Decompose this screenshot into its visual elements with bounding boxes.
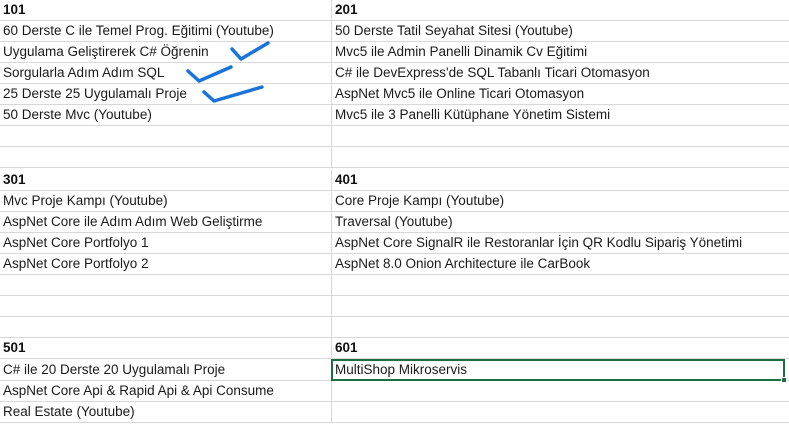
- cell-a4[interactable]: Sorgularla Adım Adım SQL: [0, 63, 332, 83]
- cell-b4[interactable]: C# ile DevExpress'de SQL Tabanlı Ticari …: [332, 63, 789, 83]
- sheet-row: 60 Derste C ile Temel Prog. Eğitimi (You…: [0, 21, 789, 42]
- sheet-row: [0, 275, 789, 296]
- cell-a6[interactable]: 50 Derste Mvc (Youtube): [0, 105, 332, 125]
- sheet-row: Sorgularla Adım Adım SQL C# ile DevExpre…: [0, 63, 789, 84]
- cell-b12[interactable]: AspNet Core SignalR ile Restoranlar İçin…: [332, 233, 789, 253]
- cell-a3[interactable]: Uygulama Geliştirerek C# Öğrenin: [0, 42, 332, 62]
- cell-a16[interactable]: [0, 317, 332, 337]
- cell-a9-group-header[interactable]: 301: [0, 170, 332, 190]
- cell-b7[interactable]: [332, 126, 789, 146]
- cell-a12[interactable]: AspNet Core Portfolyo 1: [0, 233, 332, 253]
- cell-b3[interactable]: Mvc5 ile Admin Panelli Dinamik Cv Eğitim…: [332, 42, 789, 62]
- cell-b16[interactable]: [332, 317, 789, 337]
- spreadsheet-grid: 101 201 60 Derste C ile Temel Prog. Eğit…: [0, 0, 789, 432]
- cell-b8[interactable]: [332, 147, 789, 167]
- cell-a13[interactable]: AspNet Core Portfolyo 2: [0, 254, 332, 274]
- cell-b15[interactable]: [332, 296, 789, 316]
- sheet-row: Real Estate (Youtube): [0, 402, 789, 423]
- sheet-row: [0, 296, 789, 317]
- cell-a11[interactable]: AspNet Core ile Adım Adım Web Geliştirme: [0, 212, 332, 232]
- cell-b5[interactable]: AspNet Mvc5 ile Online Ticari Otomasyon: [332, 84, 789, 104]
- cell-b13[interactable]: AspNet 8.0 Onion Architecture ile CarBoo…: [332, 254, 789, 274]
- sheet-row: [0, 126, 789, 147]
- sheet-row: Mvc Proje Kampı (Youtube) Core Proje Kam…: [0, 191, 789, 212]
- cell-a5[interactable]: 25 Derste 25 Uygulamalı Proje: [0, 84, 332, 104]
- cell-a14[interactable]: [0, 275, 332, 295]
- cell-b9-group-header[interactable]: 401: [332, 170, 789, 190]
- sheet-row: 50 Derste Mvc (Youtube) Mvc5 ile 3 Panel…: [0, 105, 789, 126]
- cell-b1-group-header[interactable]: 201: [332, 0, 789, 20]
- cell-b20[interactable]: [332, 402, 789, 422]
- fill-handle[interactable]: [781, 377, 787, 383]
- cell-a17-group-header[interactable]: 501: [0, 338, 332, 358]
- cell-b6[interactable]: Mvc5 ile 3 Panelli Kütüphane Yönetim Sis…: [332, 105, 789, 125]
- cell-a18[interactable]: C# ile 20 Derste 20 Uygulamalı Proje: [0, 360, 332, 380]
- sheet-row: AspNet Core ile Adım Adım Web Geliştirme…: [0, 212, 789, 233]
- cell-a7[interactable]: [0, 126, 332, 146]
- cell-b17-group-header[interactable]: 601: [332, 338, 789, 358]
- sheet-row: [0, 317, 789, 338]
- sheet-row: [0, 147, 789, 168]
- sheet-row: C# ile 20 Derste 20 Uygulamalı Proje Mul…: [0, 360, 789, 381]
- cell-b18-active[interactable]: MultiShop Mikroservis: [332, 360, 789, 380]
- cell-a1-group-header[interactable]: 101: [0, 0, 332, 20]
- sheet-row: AspNet Core Portfolyo 1 AspNet Core Sign…: [0, 233, 789, 254]
- sheet-row: 101 201: [0, 0, 789, 21]
- sheet-row: AspNet Core Portfolyo 2 AspNet 8.0 Onion…: [0, 254, 789, 275]
- sheet-row: 501 601: [0, 338, 789, 359]
- cell-a10[interactable]: Mvc Proje Kampı (Youtube): [0, 191, 332, 211]
- cell-a2[interactable]: 60 Derste C ile Temel Prog. Eğitimi (You…: [0, 21, 332, 41]
- cell-b19[interactable]: [332, 381, 789, 401]
- sheet-row: 25 Derste 25 Uygulamalı Proje AspNet Mvc…: [0, 84, 789, 105]
- cell-a20[interactable]: Real Estate (Youtube): [0, 402, 332, 422]
- cell-a15[interactable]: [0, 296, 332, 316]
- cell-a8[interactable]: [0, 147, 332, 167]
- cell-b2[interactable]: 50 Derste Tatil Seyahat Sitesi (Youtube): [332, 21, 789, 41]
- cell-a19[interactable]: AspNet Core Api & Rapid Api & Api Consum…: [0, 381, 332, 401]
- cell-b10[interactable]: Core Proje Kampı (Youtube): [332, 191, 789, 211]
- sheet-row: Uygulama Geliştirerek C# Öğrenin Mvc5 il…: [0, 42, 789, 63]
- sheet-row: AspNet Core Api & Rapid Api & Api Consum…: [0, 381, 789, 402]
- cell-b14[interactable]: [332, 275, 789, 295]
- sheet-row: 301 401: [0, 170, 789, 191]
- cell-b11[interactable]: Traversal (Youtube): [332, 212, 789, 232]
